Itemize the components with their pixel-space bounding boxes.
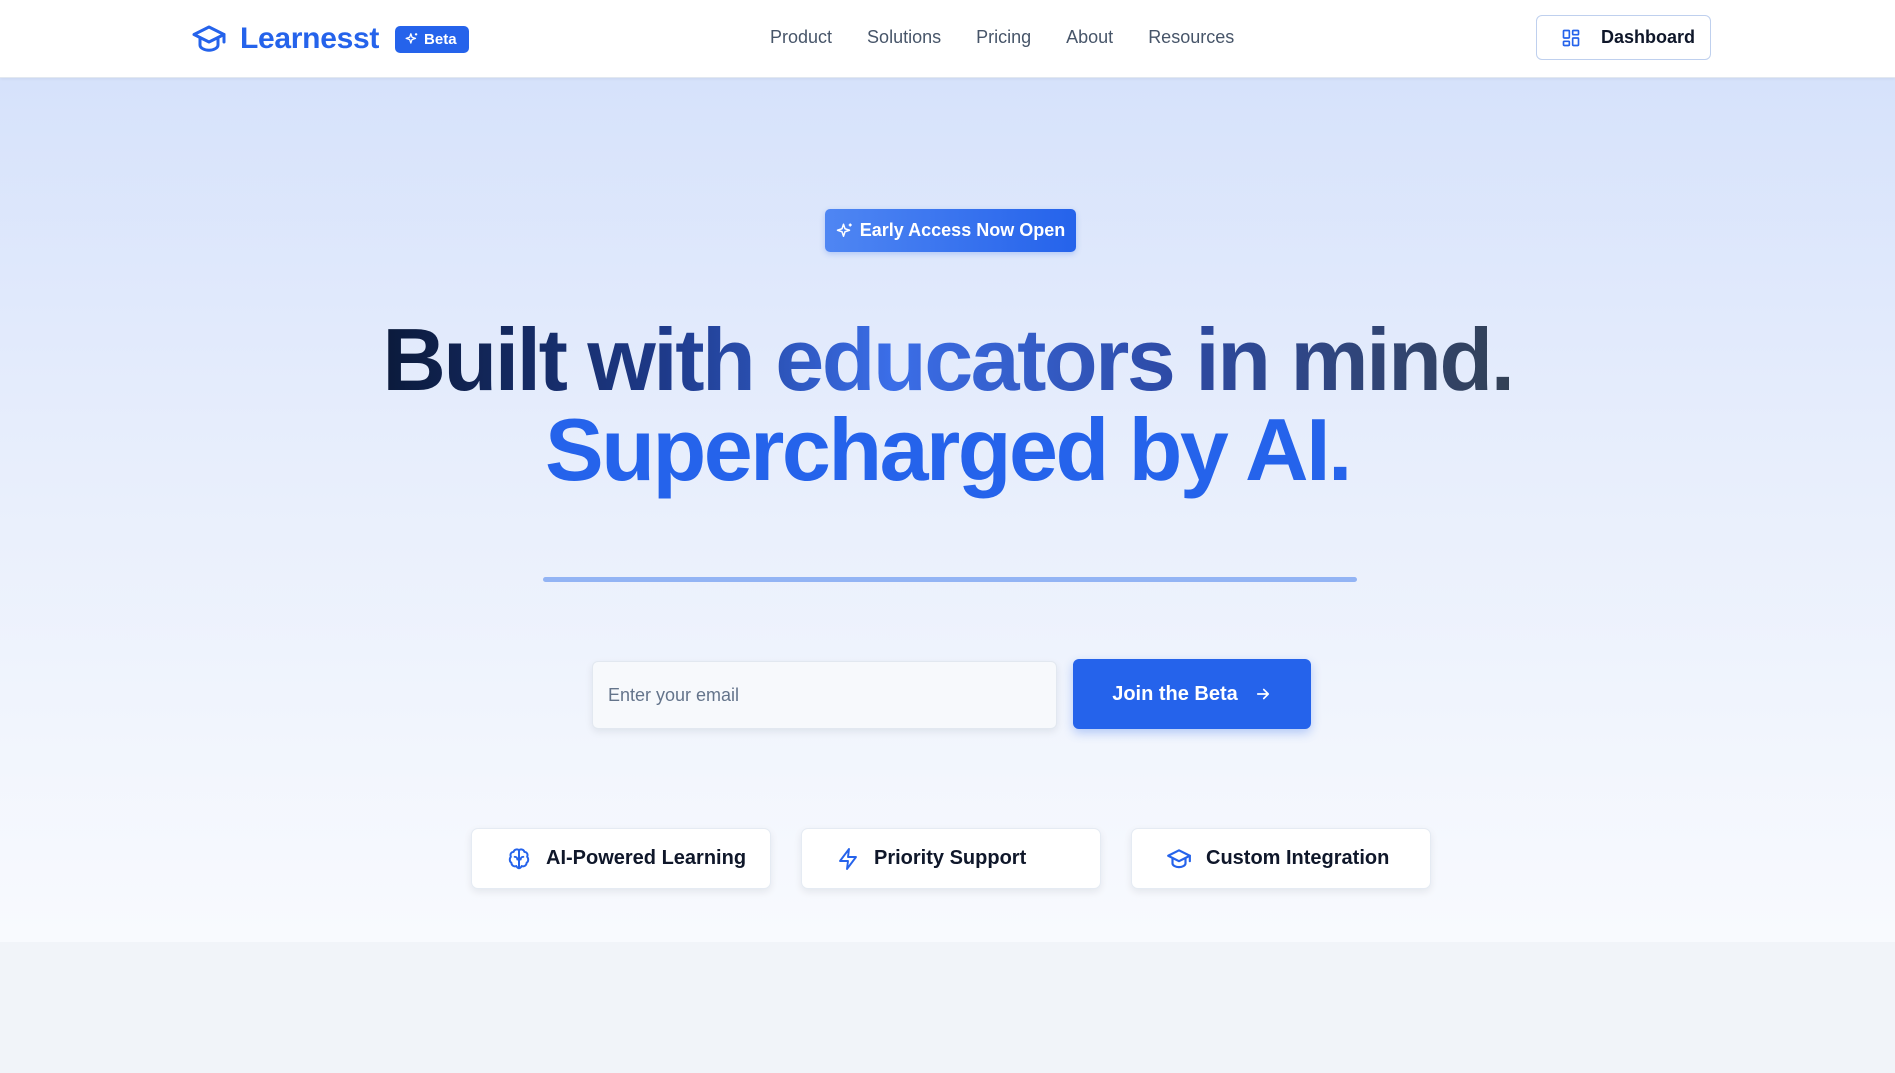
feature-label: AI-Powered Learning	[546, 847, 747, 869]
sparkles-icon	[405, 32, 419, 46]
dashboard-label: Dashboard	[1601, 27, 1696, 47]
arrow-right-icon	[1254, 685, 1272, 703]
early-access-label: Early Access Now Open	[859, 220, 1066, 240]
nav-link-resources[interactable]: Resources	[1148, 27, 1234, 48]
graduation-cap-icon	[191, 21, 227, 57]
nav-link-solutions[interactable]: Solutions	[867, 27, 941, 48]
brand-name: Learnesst	[240, 22, 380, 55]
main-nav: Product Solutions Pricing About Resource…	[770, 27, 1234, 48]
feature-card-priority-support: Priority Support	[801, 828, 1101, 889]
headline-line-1: Built with educators in mind.	[0, 314, 1895, 406]
email-input[interactable]	[592, 661, 1057, 729]
graduation-cap-icon	[1166, 848, 1192, 870]
dashboard-button[interactable]: Dashboard	[1536, 15, 1711, 60]
feature-card-ai-learning: AI-Powered Learning	[471, 828, 771, 889]
early-access-badge: Early Access Now Open	[825, 209, 1076, 252]
sparkles-icon	[836, 222, 854, 240]
dashboard-grid-icon	[1561, 28, 1581, 48]
feature-label: Custom Integration	[1206, 847, 1390, 869]
lightning-icon	[836, 846, 860, 872]
brand[interactable]: Learnesst Beta	[191, 19, 469, 59]
nav-link-product[interactable]: Product	[770, 27, 832, 48]
top-navbar: Learnesst Beta Product Solutions Pricing…	[0, 0, 1895, 78]
beta-label: Beta	[424, 30, 457, 48]
headline-line-1-text: Built with educators in mind.	[382, 310, 1515, 409]
headline-underline	[543, 577, 1357, 582]
join-beta-label: Join the Beta	[1112, 682, 1238, 705]
feature-label: Priority Support	[874, 847, 1027, 869]
headline-line-2: Supercharged by AI.	[545, 400, 1353, 499]
beta-badge: Beta	[395, 25, 469, 53]
nav-link-pricing[interactable]: Pricing	[976, 27, 1031, 48]
join-beta-button[interactable]: Join the Beta	[1073, 659, 1311, 729]
brain-icon	[506, 846, 532, 872]
nav-link-about[interactable]: About	[1066, 27, 1113, 48]
feature-card-custom-integration: Custom Integration	[1131, 828, 1431, 889]
hero-section: Early Access Now Open Built with educato…	[0, 78, 1895, 942]
